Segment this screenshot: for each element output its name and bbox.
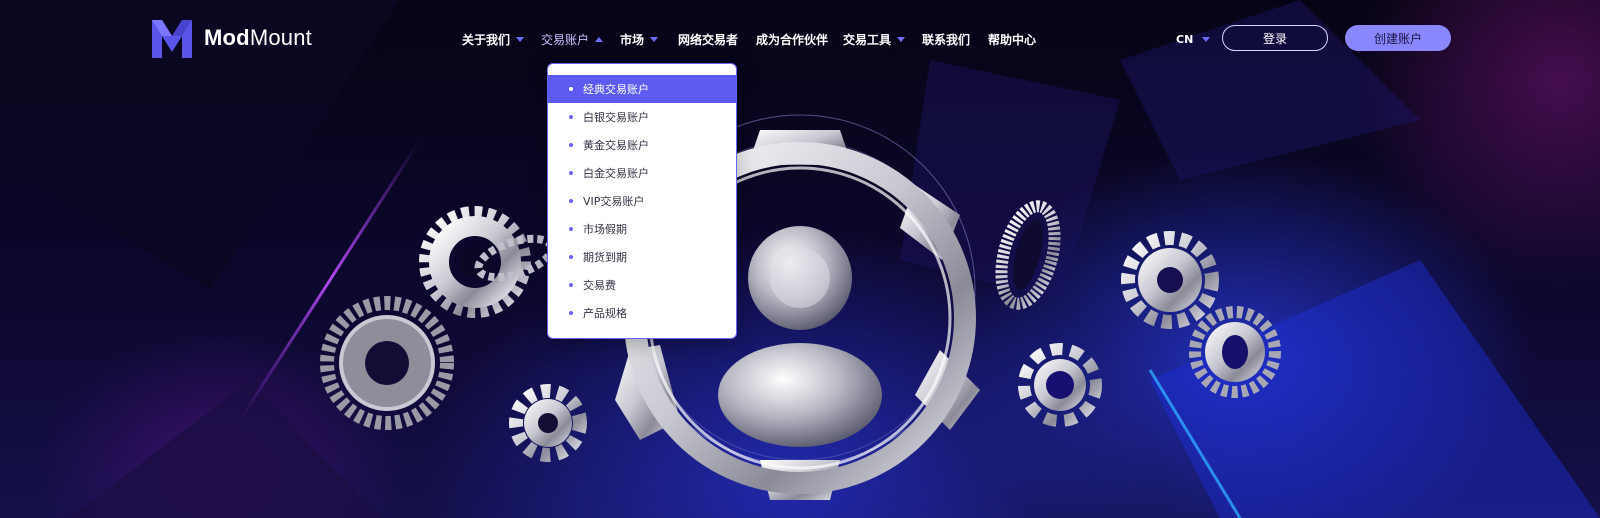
- nav-item-about[interactable]: 关于我们: [462, 29, 525, 49]
- dropdown-item-classic[interactable]: 经典交易账户: [548, 75, 736, 103]
- gear-small-left-icon: [419, 206, 531, 318]
- modmount-logo-icon: [152, 20, 192, 58]
- nav-item-markets[interactable]: 市场: [620, 29, 659, 49]
- dropdown-item-label: 交易费: [583, 279, 616, 292]
- nav-item-label: 市场: [620, 32, 645, 47]
- dropdown-item-label: 期货到期: [583, 251, 627, 264]
- dropdown-item-label: 市场假期: [583, 223, 627, 236]
- nav-item-partner[interactable]: 成为合作伙伴: [756, 29, 828, 49]
- nav-item-label: 网络交易者: [678, 32, 739, 47]
- nav-item-web-trader[interactable]: 网络交易者: [678, 29, 738, 49]
- bullet-icon: [569, 255, 573, 259]
- brand-name-regular: Mount: [249, 25, 312, 50]
- caret-up-icon: [595, 36, 604, 42]
- chrome-dome-icon: [718, 343, 882, 447]
- dropdown-item-product-specs[interactable]: 产品规格: [548, 299, 736, 327]
- hero-illustration: [0, 0, 1600, 518]
- dropdown-item-label: 白金交易账户: [583, 167, 649, 180]
- bullet-icon: [569, 283, 573, 287]
- nav-item-label: 交易账户: [541, 32, 590, 47]
- bullet-icon: [569, 311, 573, 315]
- caret-down-icon: [650, 36, 659, 42]
- login-button[interactable]: 登录: [1222, 25, 1328, 51]
- nav-item-help[interactable]: 帮助中心: [988, 29, 1036, 49]
- dropdown-item-label: 产品规格: [583, 307, 627, 320]
- brand-name: ModMount: [204, 25, 312, 51]
- dropdown-item-vip[interactable]: VIP交易账户: [548, 187, 736, 215]
- language-label: CN: [1176, 32, 1194, 46]
- dropdown-item-trading-fees[interactable]: 交易费: [548, 271, 736, 299]
- nav-item-label: 帮助中心: [988, 32, 1037, 47]
- gear-right-bottom-icon: [1189, 306, 1281, 398]
- brand-logo[interactable]: ModMount: [150, 16, 312, 60]
- dropdown-item-market-holidays[interactable]: 市场假期: [548, 215, 736, 243]
- brand-name-bold: Mod: [204, 25, 250, 50]
- caret-down-icon: [516, 36, 525, 42]
- dropdown-item-platinum[interactable]: 白金交易账户: [548, 159, 736, 187]
- nav-item-label: 交易工具: [843, 32, 892, 47]
- caret-down-icon: [897, 36, 906, 42]
- gear-right-top-icon: [1121, 231, 1219, 329]
- dropdown-item-label: 经典交易账户: [583, 83, 649, 96]
- nav-item-label: 成为合作伙伴: [756, 32, 829, 47]
- nav-item-trading-tools[interactable]: 交易工具: [843, 29, 906, 49]
- dropdown-item-gold[interactable]: 黄金交易账户: [548, 131, 736, 159]
- nav-item-trading-accounts[interactable]: 交易账户: [541, 29, 604, 49]
- hero-background: [0, 0, 1600, 518]
- bullet-icon: [569, 227, 573, 231]
- dropdown-item-label: 黄金交易账户: [583, 139, 649, 152]
- caret-down-icon: [1202, 36, 1211, 42]
- dropdown-item-futures-expiry[interactable]: 期货到期: [548, 243, 736, 271]
- dropdown-item-label: 白银交易账户: [583, 111, 649, 124]
- bullet-icon: [569, 171, 573, 175]
- nav-item-contact[interactable]: 联系我们: [922, 29, 970, 49]
- nav-item-label: 联系我们: [922, 32, 971, 47]
- gear-large-left-icon: [320, 296, 454, 430]
- bullet-icon: [569, 115, 573, 119]
- dropdown-item-silver[interactable]: 白银交易账户: [548, 103, 736, 131]
- star-gear-icon: [1018, 343, 1102, 427]
- bullet-icon: [569, 199, 573, 203]
- nav-item-label: 关于我们: [462, 32, 511, 47]
- create-account-button[interactable]: 创建账户: [1345, 25, 1451, 51]
- trading-accounts-dropdown: 经典交易账户 白银交易账户 黄金交易账户 白金交易账户 VIP交易账户 市场假期…: [547, 63, 737, 339]
- dropdown-item-label: VIP交易账户: [583, 195, 645, 208]
- gear-bottom-left-icon: [509, 384, 587, 462]
- bullet-icon: [569, 87, 573, 91]
- bg-plane: [900, 60, 1120, 300]
- bullet-icon: [569, 143, 573, 147]
- language-selector[interactable]: CN: [1176, 29, 1211, 49]
